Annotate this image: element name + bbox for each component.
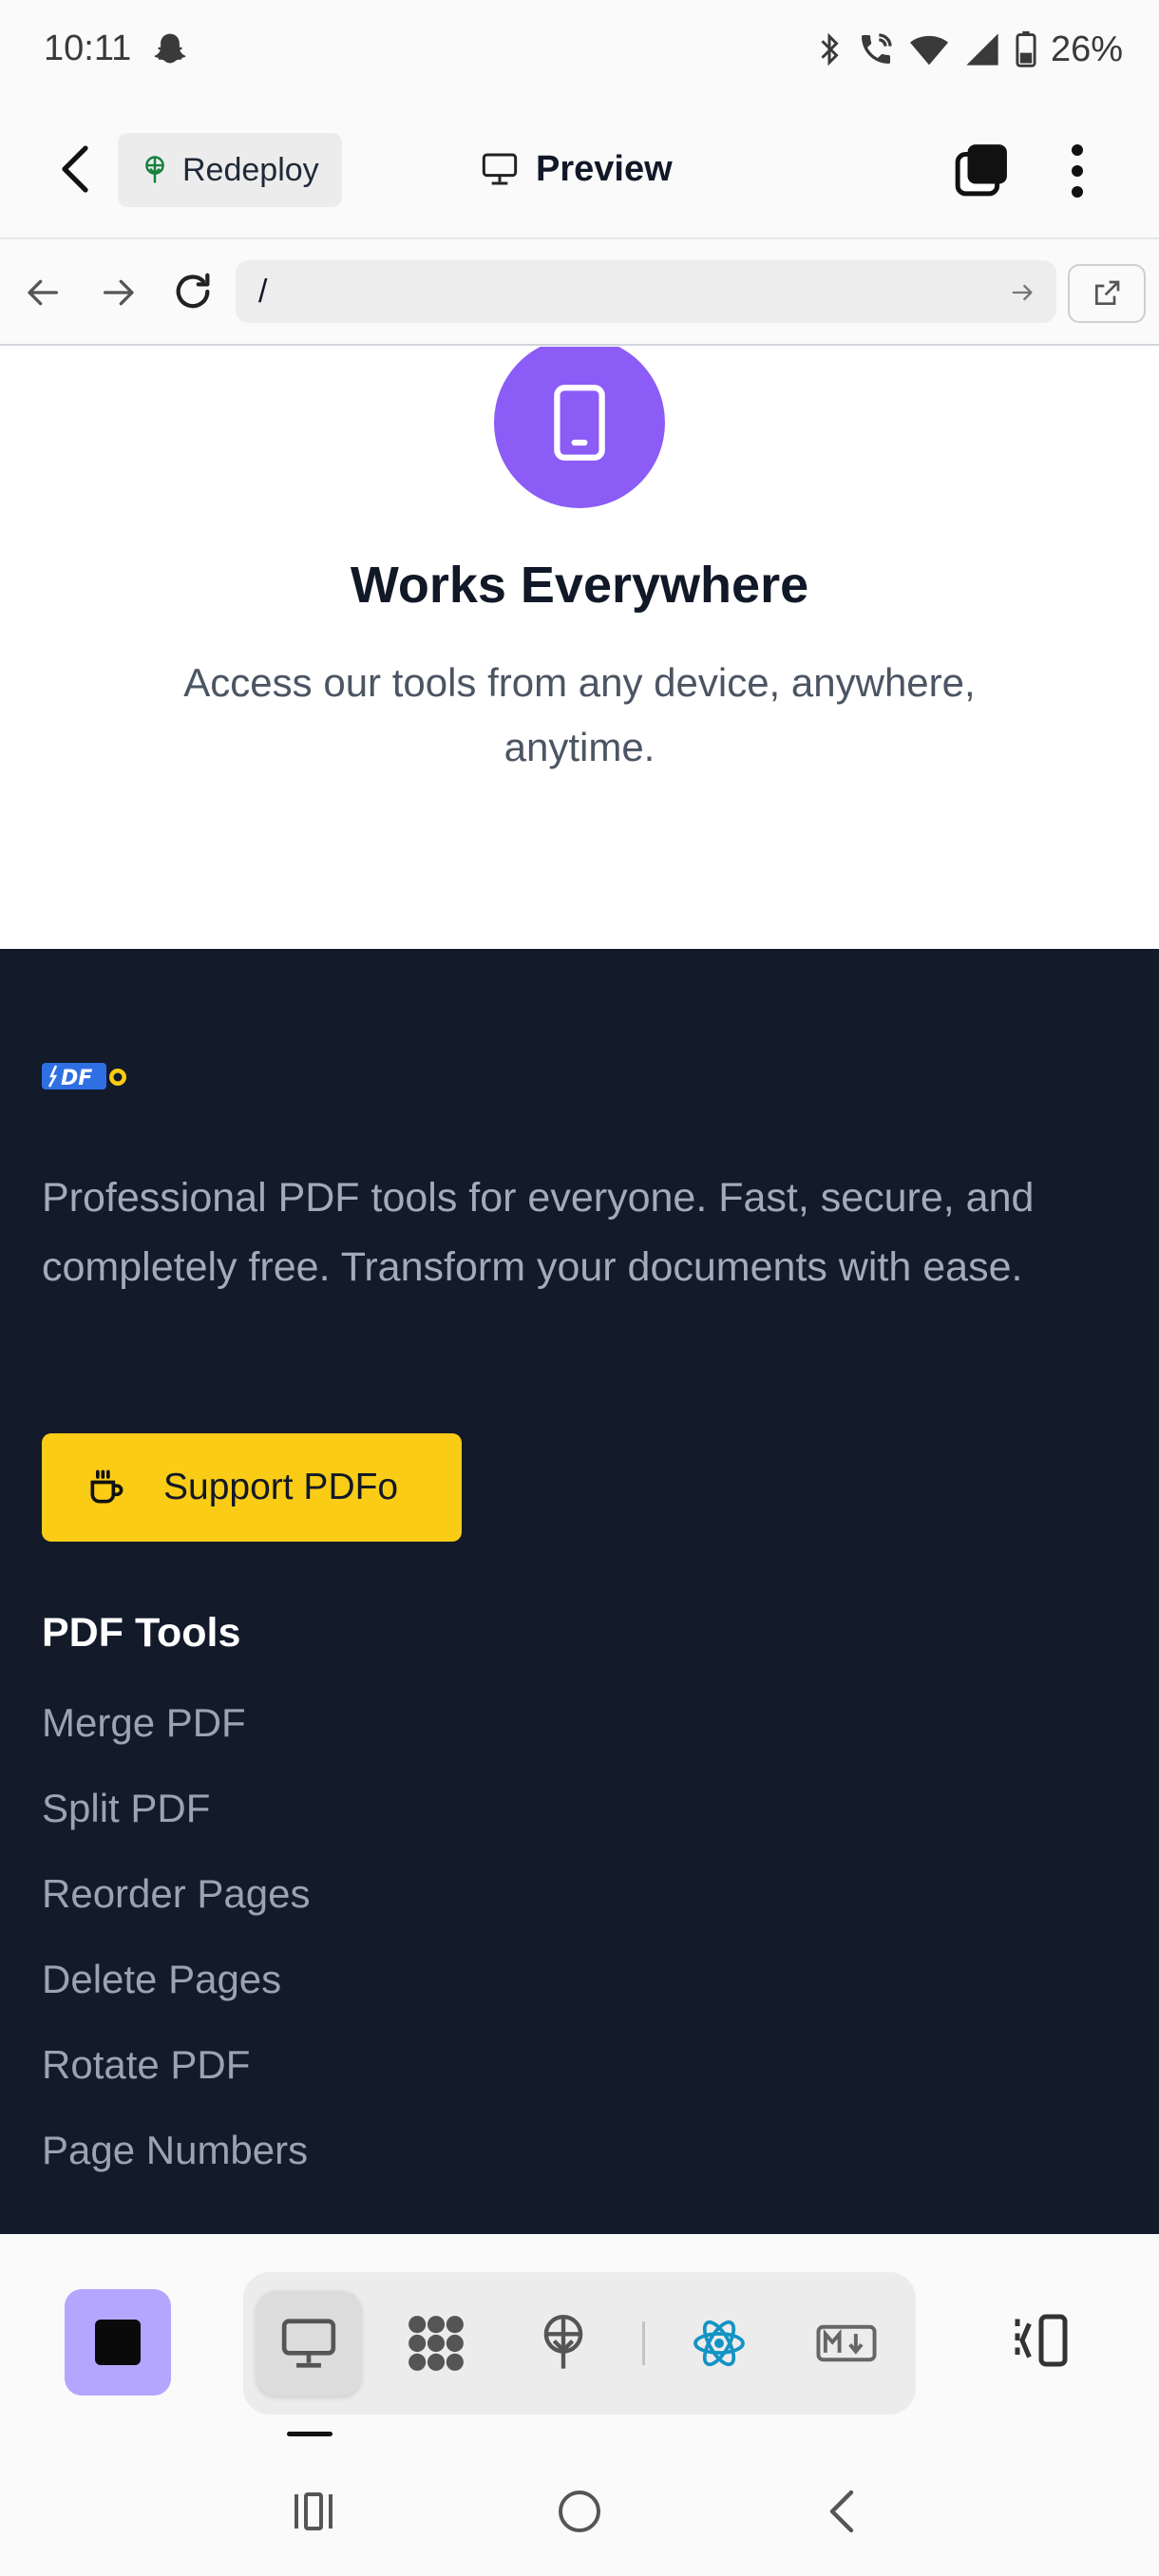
feature-icon-circle: [494, 347, 665, 508]
tool-link-split-pdf[interactable]: Split PDF: [42, 1785, 311, 1870]
tabs-icon[interactable]: [954, 142, 1009, 198]
battery-percentage: 26%: [1050, 28, 1123, 69]
external-link-icon: [1095, 280, 1120, 305]
site-footer: DF Professional PDF tools for everyone. …: [0, 949, 1159, 2246]
status-icons: 26%: [815, 27, 1123, 72]
monitor-icon: [281, 2319, 336, 2368]
active-mode-indicator: [287, 2432, 332, 2436]
stop-icon: [95, 2320, 141, 2365]
divider: [642, 2321, 645, 2365]
tool-link-rotate-pdf[interactable]: Rotate PDF: [42, 2041, 311, 2127]
more-options-icon[interactable]: [1060, 142, 1094, 199]
svg-text:DF: DF: [61, 1067, 92, 1090]
preview-title: Preview: [481, 142, 673, 196]
pdfo-logo[interactable]: DF: [42, 1061, 129, 1091]
url-text: /: [258, 273, 268, 310]
tool-link-delete-pages[interactable]: Delete Pages: [42, 1956, 311, 2041]
nodes-icon: [408, 2316, 464, 2371]
redeploy-button[interactable]: Redeploy: [118, 133, 342, 207]
status-time: 10:11: [44, 28, 132, 68]
tools-heading: PDF Tools: [42, 1610, 241, 1656]
open-external-button[interactable]: [1068, 264, 1146, 323]
mobile-device-icon: [554, 385, 605, 461]
deploy-mode-button[interactable]: [511, 2291, 616, 2396]
recent-apps-icon[interactable]: [291, 2491, 336, 2532]
tool-link-reorder-pages[interactable]: Reorder Pages: [42, 1870, 311, 1956]
markdown-mode-button[interactable]: [794, 2291, 899, 2396]
markdown-icon: [816, 2324, 877, 2362]
tools-list: Merge PDF Split PDF Reorder Pages Delete…: [42, 1699, 311, 2212]
battery-icon: [1016, 30, 1036, 67]
preview-label: Preview: [536, 148, 673, 189]
signal-icon: [966, 33, 998, 66]
preview-mode-button[interactable]: [256, 2291, 361, 2396]
footer-description: Professional PDF tools for everyone. Fas…: [42, 1175, 1035, 1290]
snapchat-icon: [154, 33, 186, 64]
react-icon: [694, 2320, 745, 2367]
tool-link-merge-pdf[interactable]: Merge PDF: [42, 1699, 311, 1785]
tool-link-page-numbers[interactable]: Page Numbers: [42, 2127, 311, 2212]
bluetooth-icon: [821, 32, 839, 66]
wifi-calling-icon: [861, 33, 892, 64]
system-nav-bar: [0, 2443, 1159, 2576]
stop-button[interactable]: [65, 2289, 171, 2396]
bottom-toolbar: [0, 2234, 1159, 2443]
reload-icon[interactable]: [171, 270, 215, 313]
workflow-mode-button[interactable]: [384, 2291, 488, 2396]
wifi-icon: [909, 35, 948, 66]
feature-description: Access our tools from any device, anywhe…: [183, 660, 976, 769]
browser-back-icon[interactable]: [25, 274, 63, 312]
url-bar: /: [0, 239, 1159, 346]
feature-title: Works Everywhere: [350, 557, 809, 614]
redeploy-label: Redeploy: [182, 151, 319, 188]
home-icon[interactable]: [557, 2489, 602, 2534]
support-button[interactable]: Support PDFo: [42, 1433, 462, 1542]
status-bar: 10:11 26%: [0, 0, 1159, 99]
coffee-cup-icon: [90, 1469, 124, 1504]
react-mode-button[interactable]: [667, 2291, 771, 2396]
browser-forward-icon[interactable]: [99, 274, 137, 312]
system-back-icon[interactable]: [823, 2489, 861, 2534]
layout-toggle-button[interactable]: [1003, 2302, 1079, 2378]
deploy-tree-icon: [543, 2315, 583, 2369]
support-label: Support PDFo: [163, 1467, 399, 1507]
deploy-tree-icon: [145, 156, 164, 183]
page-content: Works Everywhere Access our tools from a…: [0, 347, 1159, 2246]
split-layout-icon: [1015, 2314, 1068, 2367]
app-header: Redeploy Preview: [0, 99, 1159, 239]
url-input[interactable]: /: [236, 260, 1056, 323]
feature-section: Works Everywhere Access our tools from a…: [0, 347, 1159, 949]
view-mode-group: [243, 2272, 916, 2415]
back-arrow-icon[interactable]: [53, 142, 99, 196]
monitor-icon: [482, 153, 518, 185]
go-arrow-icon[interactable]: [1009, 279, 1036, 306]
